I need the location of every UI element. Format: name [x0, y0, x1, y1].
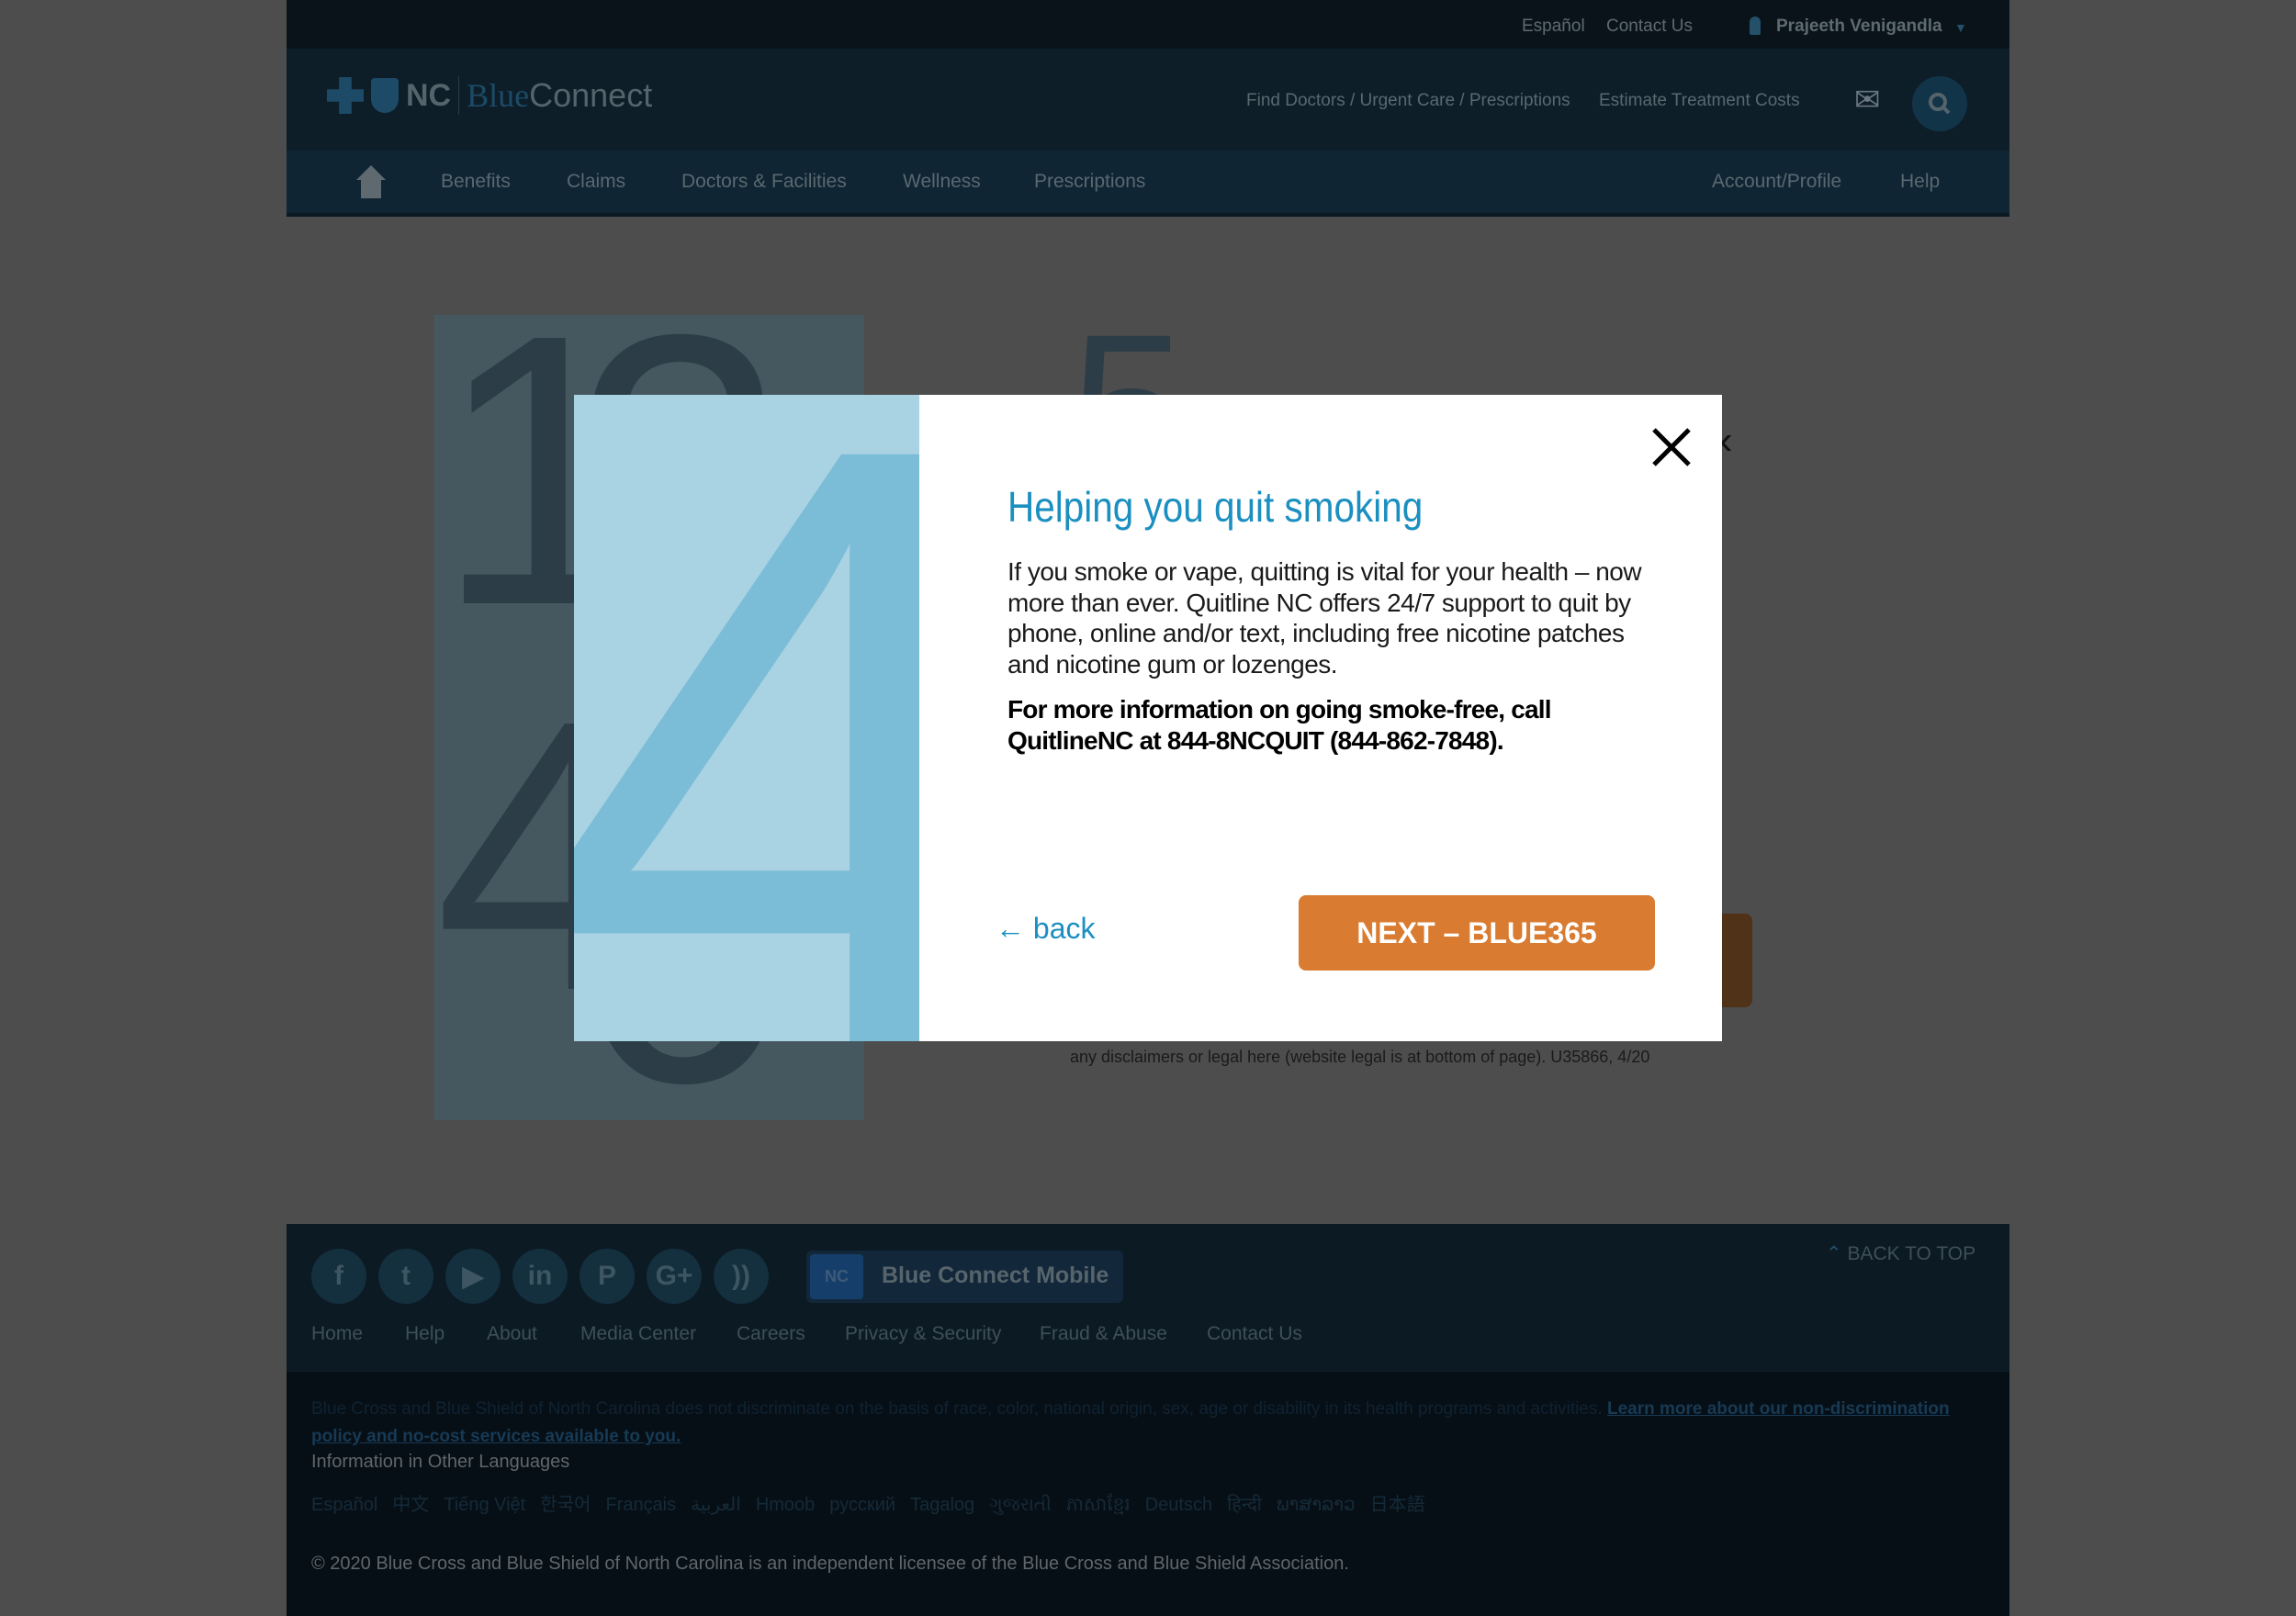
modal-image-digit: 4 [574, 395, 919, 1041]
nav-account-profile[interactable]: Account/Profile [1712, 171, 1841, 193]
header: NC Blue Connect Find Doctors / Urgent Car… [287, 49, 2009, 151]
main-nav: Benefits Claims Doctors & Facilities Wel… [287, 151, 2009, 217]
mail-icon[interactable]: ✉ [1854, 82, 1881, 118]
language-link[interactable]: Tiếng Việt [444, 1495, 525, 1515]
nav-help[interactable]: Help [1900, 171, 1940, 193]
language-link[interactable]: ພາສາລາວ [1277, 1495, 1356, 1515]
language-link[interactable]: 한국어 [540, 1495, 591, 1515]
language-link[interactable]: ភាសាខ្មែរ [1066, 1495, 1131, 1515]
user-menu[interactable]: Prajeeth Venigandla [1776, 17, 1942, 37]
footer-top: f t ▶ in P G+)) NC Blue Connect Mobile ⌃ BACK… [287, 1224, 2009, 1372]
find-doctors-link[interactable]: Find Doctors / Urgent Care / Prescriptio… [1246, 91, 1570, 111]
home-icon[interactable] [356, 165, 386, 198]
estimate-costs-link[interactable]: Estimate Treatment Costs [1599, 91, 1800, 111]
language-link[interactable]: русский [829, 1495, 895, 1515]
twitter-icon[interactable]: t [378, 1249, 433, 1304]
blue-connect-mobile-button[interactable]: NC Blue Connect Mobile [806, 1251, 1123, 1303]
languages-title: Information in Other Languages [311, 1452, 570, 1472]
chevron-up-icon: ⌃ [1826, 1243, 1848, 1264]
language-link[interactable]: 中文 [392, 1495, 429, 1515]
next-button[interactable]: NEXT – BLUE365 [1299, 895, 1655, 971]
shield-icon [371, 78, 399, 113]
language-link[interactable]: Deutsch [1145, 1495, 1212, 1515]
language-link[interactable]: Français [605, 1495, 676, 1515]
footer-link-home[interactable]: Home [311, 1323, 363, 1345]
modal-callout: For more information on going smoke-free… [1007, 695, 1552, 755]
close-icon[interactable] [1649, 424, 1694, 470]
nav-benefits[interactable]: Benefits [441, 171, 511, 193]
footer-link-careers[interactable]: Careers [737, 1323, 805, 1345]
legal-disclaimer: any disclaimers or legal here (website l… [1070, 1048, 1650, 1066]
footer-link-media-center[interactable]: Media Center [580, 1323, 696, 1345]
modal-image: 4 [574, 395, 919, 1041]
back-link[interactable]: ← back [996, 912, 1095, 946]
google-plus-icon[interactable]: G+ [647, 1249, 702, 1304]
logo-nc: NC [406, 77, 452, 113]
language-link[interactable]: 日本語 [1370, 1495, 1425, 1515]
language-link[interactable]: हिन्दी [1227, 1495, 1262, 1515]
nav-wellness[interactable]: Wellness [903, 171, 981, 193]
mobile-app-logo: NC [810, 1254, 863, 1299]
nondiscrimination-notice: Blue Cross and Blue Shield of North Caro… [311, 1396, 1992, 1451]
language-link[interactable]: العربية [691, 1495, 741, 1515]
contact-us-link[interactable]: Contact Us [1606, 17, 1693, 37]
facebook-icon[interactable]: f [311, 1249, 366, 1304]
logo-connect: Connect [529, 76, 653, 114]
copyright: © 2020 Blue Cross and Blue Shield of Nor… [311, 1554, 1349, 1574]
mobile-label: Blue Connect Mobile [882, 1262, 1109, 1288]
footer-link-privacy-security[interactable]: Privacy & Security [845, 1323, 1001, 1345]
linkedin-icon[interactable]: in [512, 1249, 568, 1304]
search-button[interactable] [1912, 76, 1967, 131]
footer-link-help[interactable]: Help [405, 1323, 445, 1345]
footer-link-fraud-abuse[interactable]: Fraud & Abuse [1040, 1323, 1167, 1345]
promo-modal: 4 Helping you quit smoking If you smoke … [574, 395, 1722, 1041]
footer-link-contact-us[interactable]: Contact Us [1207, 1323, 1302, 1345]
language-link[interactable]: ગુજરાતી [989, 1495, 1052, 1515]
language-links: Español 中文 Tiếng Việt 한국어 Français العربية Hmo… [311, 1489, 1440, 1520]
search-icon [1929, 93, 1951, 115]
language-link[interactable]: Hmoob [756, 1495, 815, 1515]
espanol-link[interactable]: Español [1522, 17, 1585, 37]
modal-body: If you smoke or vape, quitting is vital … [1007, 557, 1642, 679]
cross-icon [327, 77, 364, 114]
youtube-icon[interactable]: ▶ [445, 1249, 501, 1304]
back-to-top-link[interactable]: ⌃ BACK TO TOP [1826, 1242, 1975, 1265]
chevron-down-icon[interactable]: ▼ [1954, 20, 1967, 35]
nav-doctors-facilities[interactable]: Doctors & Facilities [681, 171, 847, 193]
language-link[interactable]: Tagalog [910, 1495, 974, 1515]
user-icon [1750, 17, 1761, 35]
nav-claims[interactable]: Claims [567, 171, 625, 193]
language-link[interactable]: Español [311, 1495, 377, 1515]
footer-bottom: Blue Cross and Blue Shield of North Caro… [287, 1372, 2009, 1616]
nav-prescriptions[interactable]: Prescriptions [1034, 171, 1145, 193]
nondiscrimination-text: Blue Cross and Blue Shield of North Caro… [311, 1399, 1603, 1419]
logo-blue: Blue [458, 76, 529, 115]
top-bar: Español Contact Us Prajeeth Venigandla ▼ [287, 0, 2009, 49]
footer-link-about[interactable]: About [487, 1323, 537, 1345]
rss-icon[interactable]: )) [714, 1249, 769, 1304]
modal-title: Helping you quit smoking [1007, 483, 1424, 531]
logo[interactable]: NC Blue Connect [327, 76, 652, 115]
back-to-top-label: BACK TO TOP [1847, 1243, 1976, 1264]
pinterest-icon[interactable]: P [580, 1249, 635, 1304]
